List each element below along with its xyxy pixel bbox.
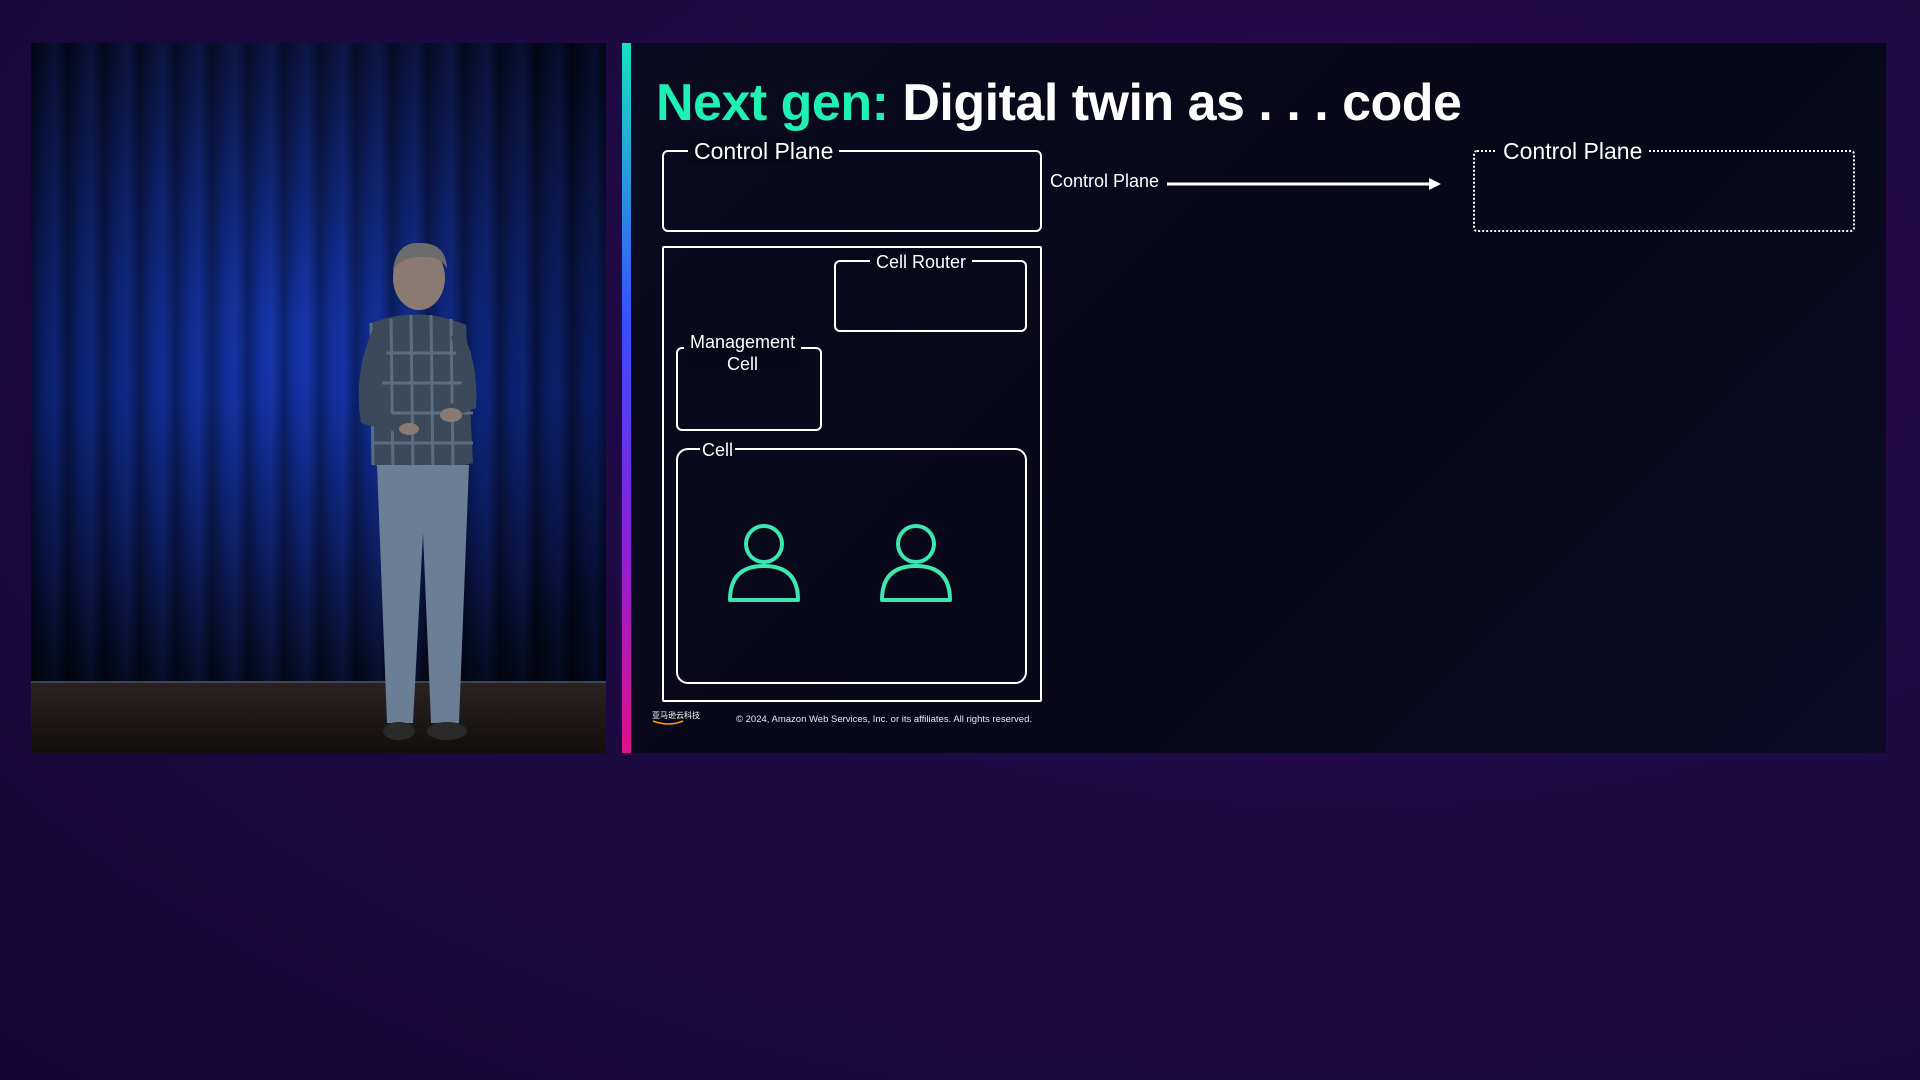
- aws-smile-icon: [652, 720, 684, 725]
- target-control-plane-label: Control Plane: [1497, 138, 1649, 165]
- management-cell-label: Management Cell: [684, 331, 802, 375]
- cell-router-box: Cell Router: [834, 252, 1027, 332]
- target-control-plane-box: Control Plane: [1473, 138, 1855, 232]
- presentation-slide: Next gen: Digital twin as . . . code Con…: [622, 43, 1886, 753]
- control-plane-label: Control Plane: [688, 138, 840, 165]
- cell-router-label: Cell Router: [870, 252, 973, 273]
- control-plane-box: Control Plane: [662, 138, 1042, 232]
- cell-box: Cell: [676, 440, 1027, 684]
- speaker-video-feed: [31, 43, 606, 753]
- user-icon: [880, 524, 952, 602]
- management-cell-label-line2: Cell: [727, 354, 759, 374]
- cell-architecture-box: Cell Router Management Cell Cell: [662, 246, 1042, 702]
- slide-accent-bar: [622, 43, 631, 753]
- slide-title-accent: Next gen:: [656, 74, 889, 132]
- management-cell-box: Management Cell: [676, 331, 822, 431]
- copyright-notice: © 2024, Amazon Web Services, Inc. or its…: [736, 714, 1033, 725]
- slide-title-text: Digital twin as . . . code: [888, 74, 1462, 132]
- arrow-right-icon: [1167, 178, 1441, 190]
- user-icon: [728, 524, 800, 602]
- arrow-label: Control Plane: [1050, 171, 1160, 191]
- speaker-figure: [358, 242, 477, 740]
- cell-label: Cell: [700, 440, 736, 461]
- slide-title: Next gen: Digital twin as . . . code: [656, 73, 1462, 133]
- management-cell-label-line1: Management: [690, 332, 796, 352]
